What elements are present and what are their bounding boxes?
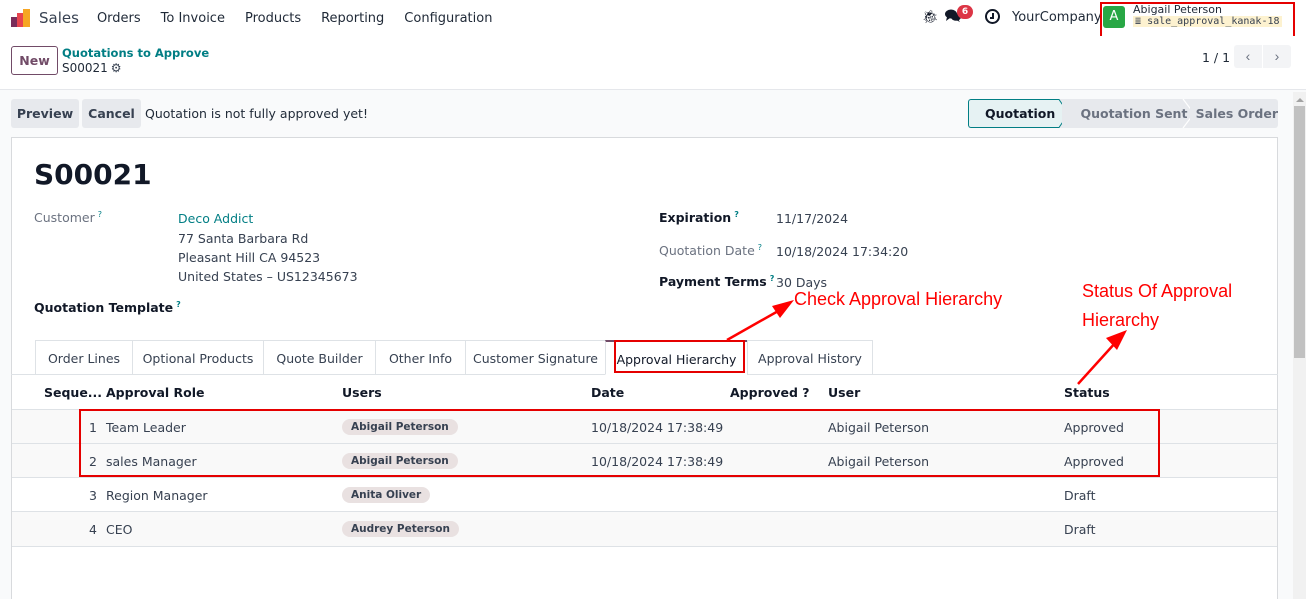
table-row[interactable]: 2 sales Manager Abigail Peterson 10/18/2… [12, 444, 1277, 478]
database-icon: ≣ [1135, 16, 1142, 27]
record-name: S00021 [62, 61, 108, 75]
status-bar: Quotation Quotation Sent Sales Order [968, 99, 1278, 128]
customer-address-street: 77 Santa Barbara Rd [178, 231, 309, 246]
approval-warning-message: Quotation is not fully approved yet! [145, 106, 368, 121]
payment-terms-label: Payment Terms? [659, 274, 775, 290]
cell-status: Approved [1064, 454, 1124, 469]
tab-quote-builder[interactable]: Quote Builder [263, 340, 375, 375]
company-switcher[interactable]: YourCompany [1012, 10, 1102, 25]
menu-to-invoice[interactable]: To Invoice [161, 11, 225, 26]
cell-user: Abigail Peterson [828, 454, 930, 469]
stage-quotation[interactable]: Quotation [968, 99, 1056, 128]
column-approval-role[interactable]: Approval Role [106, 385, 205, 400]
activity-clock-icon[interactable] [985, 9, 1000, 24]
quotation-date-field: 10/18/2024 17:34:20 [776, 244, 909, 259]
cell-approval-role: sales Manager [106, 454, 197, 469]
debug-bug-icon[interactable]: 🐞︎ [922, 10, 939, 25]
user-tag: Anita Oliver [342, 487, 431, 503]
gear-icon[interactable]: ⚙ [111, 61, 122, 75]
cell-approval-role: Team Leader [106, 420, 186, 435]
table-header: Seque... Approval Role Users Date Approv… [12, 375, 1277, 410]
database-label: sale_approval_kanak-18 [1147, 16, 1280, 27]
annotation-status-line1: Status Of Approval [1082, 281, 1233, 301]
cancel-button[interactable]: Cancel [82, 99, 141, 128]
new-button[interactable]: New [11, 46, 58, 75]
expiration-label: Expiration? [659, 210, 739, 226]
customer-link[interactable]: Deco Addict [178, 211, 253, 226]
cell-sequence: 2 [89, 454, 97, 469]
tab-optional-products[interactable]: Optional Products [132, 340, 263, 375]
help-tooltip-icon[interactable]: ? [176, 300, 181, 309]
cell-date: 10/18/2024 17:38:49 [591, 454, 724, 469]
tab-customer-signature[interactable]: Customer Signature [465, 340, 605, 375]
user-tag: Abigail Peterson [342, 453, 458, 469]
user-tag: Abigail Peterson [342, 419, 458, 435]
customer-label: Customer? [34, 210, 102, 226]
column-users[interactable]: Users [342, 385, 382, 400]
cell-status: Draft [1064, 488, 1096, 503]
help-tooltip-icon[interactable]: ? [770, 274, 775, 283]
database-name: ≣ sale_approval_kanak-18 [1133, 16, 1282, 27]
tab-order-lines[interactable]: Order Lines [35, 340, 132, 375]
cell-user: Abigail Peterson [828, 420, 930, 435]
help-tooltip-icon[interactable]: ? [98, 210, 102, 219]
stage-sales-order[interactable]: Sales Order [1190, 99, 1278, 128]
stage-quotation-sent[interactable]: Quotation Sent [1062, 99, 1187, 128]
sales-app-logo-icon [11, 9, 31, 27]
cell-approval-role: CEO [106, 522, 133, 537]
expiration-field[interactable]: 11/17/2024 [776, 211, 848, 226]
tab-approval-history[interactable]: Approval History [747, 340, 873, 375]
pager-value: 1 / 1 [1202, 50, 1231, 65]
column-user[interactable]: User [828, 385, 860, 400]
column-sequence[interactable]: Seque... [44, 385, 102, 400]
user-avatar[interactable]: A [1103, 6, 1125, 28]
order-title: S00021 [34, 158, 152, 191]
stage-arrow-icon [1055, 99, 1063, 128]
help-tooltip-icon[interactable]: ? [734, 210, 739, 219]
cell-sequence: 3 [89, 488, 97, 503]
tab-approval-hierarchy[interactable]: Approval Hierarchy [605, 340, 747, 375]
preview-button[interactable]: Preview [11, 99, 79, 128]
customer-address-city: Pleasant Hill CA 94523 [178, 250, 321, 265]
menu-reporting[interactable]: Reporting [321, 11, 384, 26]
main-menu: Orders To Invoice Products Reporting Con… [97, 11, 513, 26]
quotation-date-label: Quotation Date? [659, 243, 763, 259]
menu-orders[interactable]: Orders [97, 11, 141, 26]
help-tooltip-icon[interactable]: ? [758, 243, 762, 252]
user-tag: Audrey Peterson [342, 521, 459, 537]
column-date[interactable]: Date [591, 385, 624, 400]
cell-date: 10/18/2024 17:38:49 [591, 420, 724, 435]
table-row[interactable]: 1 Team Leader Abigail Peterson 10/18/202… [12, 410, 1277, 444]
table-row[interactable]: 3 Region Manager Anita Oliver Draft [12, 478, 1277, 512]
cell-status: Approved [1064, 420, 1124, 435]
user-name[interactable]: Abigail Peterson [1133, 3, 1222, 16]
scrollbar-thumb[interactable] [1294, 106, 1305, 358]
scroll-up-arrow-icon[interactable] [1296, 98, 1304, 102]
notebook-tabs: Order Lines Optional Products Quote Buil… [35, 340, 873, 375]
app-name: Sales [39, 9, 79, 27]
menu-configuration[interactable]: Configuration [404, 11, 492, 26]
cell-approval-role: Region Manager [106, 488, 208, 503]
breadcrumb-current-record: S00021 ⚙ [62, 61, 122, 75]
annotation-status-line2: Hierarchy [1082, 310, 1160, 330]
column-status[interactable]: Status [1064, 385, 1110, 400]
breadcrumb-quotations-to-approve[interactable]: Quotations to Approve [62, 46, 209, 60]
tab-other-info[interactable]: Other Info [375, 340, 465, 375]
customer-address-country: United States – US12345673 [178, 269, 358, 284]
pager-next-button[interactable]: › [1263, 45, 1291, 68]
pager-previous-button[interactable]: ‹ [1234, 45, 1262, 68]
annotation-check-approval-hierarchy: Check Approval Hierarchy [794, 289, 1003, 309]
cell-status: Draft [1064, 522, 1096, 537]
messages-badge: 6 [957, 5, 973, 19]
column-approved[interactable]: Approved ? [730, 385, 810, 400]
table-row[interactable]: 4 CEO Audrey Peterson Draft [12, 512, 1277, 547]
quotation-template-label: Quotation Template? [34, 300, 181, 316]
control-panel: New Quotations to Approve S00021 ⚙ 1 / 1 … [0, 36, 1306, 90]
app-brand[interactable]: Sales [11, 9, 79, 27]
cell-sequence: 4 [89, 522, 97, 537]
cell-sequence: 1 [89, 420, 97, 435]
menu-products[interactable]: Products [245, 11, 301, 26]
